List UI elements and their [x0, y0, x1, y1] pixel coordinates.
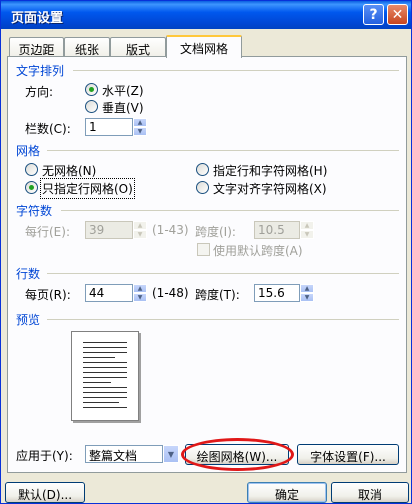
lines-per-page-input[interactable]: 44	[85, 284, 133, 302]
preview-line	[83, 342, 127, 343]
line-pitch-input[interactable]: 15.6 磅	[254, 284, 300, 302]
help-icon: ?	[369, 6, 378, 23]
no-grid-label[interactable]: 无网格(N)	[42, 162, 96, 179]
page-setup-dialog: 页面设置 ? ✕ 页边距 纸张 版式 文档网格 文字排列 方向: 水平(Z) 垂…	[0, 0, 412, 504]
preview-line	[83, 352, 127, 353]
vertical-label[interactable]: 垂直(V)	[102, 99, 144, 116]
preview-section-title: 预览	[16, 313, 41, 327]
section-divider	[47, 150, 399, 151]
default-pitch-checkbox[interactable]	[197, 243, 210, 256]
tab-layout[interactable]: 版式	[110, 37, 166, 57]
preview-line	[83, 392, 127, 393]
close-icon: ✕	[391, 6, 404, 23]
tab-paper[interactable]: 纸张	[64, 37, 110, 57]
line-pitch-label: 跨度(T):	[195, 288, 240, 302]
chars-section-title: 字符数	[16, 204, 53, 218]
preview-line	[83, 347, 127, 348]
chars-per-line-label: 每行(E):	[25, 225, 70, 239]
help-button[interactable]: ?	[363, 4, 384, 25]
line-pitch-spinner[interactable]: ▲ ▼	[300, 284, 314, 302]
title-bar[interactable]: 页面设置 ? ✕	[1, 1, 411, 29]
char-pitch-label: 跨度(I):	[195, 225, 236, 239]
dialog-title: 页面设置	[11, 11, 64, 26]
spin-up-icon[interactable]: ▲	[133, 221, 147, 230]
horizontal-label[interactable]: 水平(Z)	[102, 82, 144, 99]
lines-per-page-range: (1-48)	[152, 286, 189, 300]
spin-down-icon[interactable]: ▼	[300, 230, 314, 239]
preview-line	[83, 397, 127, 398]
grid-section-title: 网格	[16, 144, 41, 158]
font-settings-button[interactable]: 字体设置(F)...	[297, 444, 399, 465]
columns-spinner[interactable]: ▲ ▼	[133, 118, 147, 136]
spin-up-icon[interactable]: ▲	[133, 284, 147, 293]
snap-to-char-grid-radio[interactable]	[196, 181, 209, 194]
no-grid-radio[interactable]	[25, 163, 38, 176]
preview-line	[83, 377, 127, 378]
dropdown-arrow-icon[interactable]: ▼	[163, 445, 179, 463]
default-button[interactable]: 默认(D)...	[5, 482, 85, 503]
section-divider	[73, 70, 399, 71]
preview-line	[83, 367, 127, 368]
tab-panel	[7, 56, 407, 473]
cancel-button[interactable]: 取消	[331, 482, 409, 503]
default-pitch-label[interactable]: 使用默认跨度(A)	[213, 242, 303, 259]
preview-line	[83, 357, 115, 358]
ok-button[interactable]: 确定	[247, 482, 327, 503]
spin-down-icon[interactable]: ▼	[300, 293, 314, 302]
preview-line	[83, 387, 127, 388]
page-preview	[71, 331, 139, 421]
preview-line	[83, 407, 127, 408]
spin-up-icon[interactable]: ▲	[300, 284, 314, 293]
vertical-radio[interactable]	[85, 100, 98, 113]
char-pitch-spinner[interactable]: ▲ ▼	[300, 221, 314, 239]
columns-input[interactable]: 1	[85, 118, 133, 136]
spin-up-icon[interactable]: ▲	[133, 118, 147, 127]
spin-up-icon[interactable]: ▲	[300, 221, 314, 230]
section-divider	[47, 273, 399, 274]
preview-line	[83, 382, 111, 383]
line-grid-only-radio[interactable]	[25, 181, 38, 194]
spin-down-icon[interactable]: ▼	[133, 293, 147, 302]
char-pitch-input[interactable]: 10.5 磅	[254, 221, 300, 239]
spin-down-icon[interactable]: ▼	[133, 127, 147, 136]
snap-to-char-grid-label[interactable]: 文字对齐字符网格(X)	[213, 180, 327, 197]
tab-margins[interactable]: 页边距	[9, 37, 64, 57]
direction-label: 方向:	[25, 85, 54, 99]
text-layout-section-title: 文字排列	[16, 64, 65, 78]
chars-per-line-range: (1-43)	[152, 223, 189, 237]
horizontal-radio[interactable]	[85, 83, 98, 96]
lines-section-title: 行数	[16, 267, 41, 281]
columns-label: 栏数(C):	[25, 122, 71, 136]
spin-down-icon[interactable]: ▼	[133, 230, 147, 239]
line-and-char-grid-label[interactable]: 指定行和字符网格(H)	[213, 162, 327, 179]
lines-per-page-spinner[interactable]: ▲ ▼	[133, 284, 147, 302]
chars-per-line-spinner[interactable]: ▲ ▼	[133, 221, 147, 239]
section-divider	[47, 319, 399, 320]
tab-document-grid[interactable]: 文档网格	[166, 35, 242, 58]
close-button[interactable]: ✕	[387, 4, 408, 25]
preview-line	[83, 402, 119, 403]
preview-line	[83, 372, 127, 373]
draw-grid-button[interactable]: 绘图网格(W)...	[185, 444, 289, 465]
chars-per-line-input[interactable]: 39	[85, 221, 133, 239]
line-grid-only-label[interactable]: 只指定行网格(O)	[40, 178, 135, 199]
line-and-char-grid-radio[interactable]	[196, 163, 209, 176]
section-divider	[61, 210, 399, 211]
apply-to-select[interactable]: 整篇文档	[85, 445, 163, 463]
apply-to-label: 应用于(Y):	[16, 449, 73, 463]
lines-per-page-label: 每页(R):	[25, 288, 71, 302]
preview-line	[83, 362, 127, 363]
